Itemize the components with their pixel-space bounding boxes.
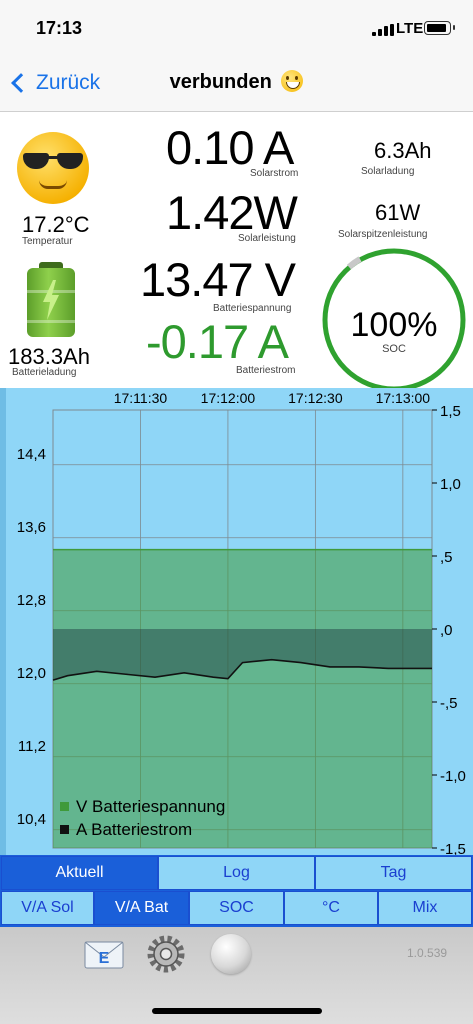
screen: 17:13 LTE Zurück verbunden 17.2°C Temper… bbox=[0, 0, 473, 1024]
tab-log[interactable]: Log bbox=[158, 856, 315, 890]
soc-ring-marker bbox=[347, 256, 362, 270]
x-tick-label: 17:12:30 bbox=[288, 390, 343, 406]
y-left-tick-label: 10,4 bbox=[17, 811, 46, 828]
page-title: verbunden bbox=[0, 70, 473, 94]
y-left-tick-label: 11,2 bbox=[18, 738, 46, 755]
chart-canvas: 17:11:30 17:12:00 17:12:30 17:13:00 14,4 13,6… bbox=[0, 388, 466, 855]
battery-current-value: -0.17 A bbox=[146, 315, 289, 368]
solar-power-label: Solarleistung bbox=[238, 233, 296, 244]
y-right-tick-label: -1,0 bbox=[440, 768, 466, 785]
solar-charge-label: Solarladung bbox=[361, 166, 415, 177]
battery-chart[interactable]: 17:11:30 17:12:00 17:12:30 17:13:00 14,4 13,6… bbox=[0, 388, 473, 855]
signal-icon bbox=[372, 24, 394, 36]
y-left-tick-label: 12,0 bbox=[17, 665, 46, 682]
y-left-tick-label: 12,8 bbox=[17, 592, 46, 609]
tab-va-sol[interactable]: V/A Sol bbox=[1, 891, 94, 925]
tab-mix[interactable]: Mix bbox=[378, 891, 472, 925]
y-left-tick-label: 14,4 bbox=[17, 446, 46, 463]
solar-current-label: Solarstrom bbox=[250, 168, 299, 179]
temperature-label: Temperatur bbox=[22, 236, 73, 247]
soc-label: SOC bbox=[382, 343, 406, 355]
solar-peak-power-value: 61W bbox=[375, 200, 421, 225]
battery-charge-label: Batterieladung bbox=[12, 367, 77, 378]
soc-gauge: 100% SOC bbox=[322, 248, 466, 392]
app-version: 1.0.539 bbox=[407, 946, 448, 960]
home-indicator bbox=[152, 1008, 322, 1014]
solar-charge-value: 6.3Ah bbox=[374, 138, 432, 163]
y-right-tick-label: 1,5 bbox=[440, 403, 461, 420]
battery-voltage-value: 13.47 V bbox=[140, 253, 296, 306]
y-right-tick-label: 1,0 bbox=[440, 476, 461, 493]
x-tick-label: 17:12:00 bbox=[201, 390, 256, 406]
tab-bar: Aktuell Log Tag V/A Sol V/A Bat SOC °C M… bbox=[0, 855, 473, 927]
solar-peak-power-label: Solarspitzenleistung bbox=[338, 229, 428, 240]
solar-power-value: 1.42W bbox=[166, 186, 298, 239]
battery-icon bbox=[424, 21, 455, 35]
status-bar: 17:13 LTE bbox=[0, 0, 473, 58]
y-right-tick-label: -,5 bbox=[440, 695, 458, 712]
battery-current-label: Batteriestrom bbox=[236, 365, 296, 376]
grinning-face-icon bbox=[281, 70, 304, 92]
legend-swatch-current bbox=[60, 825, 69, 834]
sunglasses-face-icon bbox=[17, 132, 89, 204]
x-tick-label: 17:13:00 bbox=[376, 390, 431, 406]
legend-swatch-voltage bbox=[60, 802, 69, 811]
temperature-value: 17.2°C bbox=[22, 212, 90, 237]
mail-icon[interactable]: E bbox=[84, 941, 124, 969]
battery-voltage-label: Batteriespannung bbox=[213, 303, 292, 314]
mail-letter: E bbox=[99, 950, 110, 967]
tab-va-bat[interactable]: V/A Bat bbox=[94, 891, 189, 925]
legend-label-current: A Batteriestrom bbox=[76, 820, 192, 839]
nav-bar: Zurück verbunden bbox=[0, 58, 473, 112]
tab-tag[interactable]: Tag bbox=[315, 856, 472, 890]
readings-panel: 17.2°C Temperatur 183.3Ah Batterieladung… bbox=[0, 112, 473, 392]
x-tick-label: 17:11:30 bbox=[114, 390, 168, 406]
page-title-text: verbunden bbox=[169, 71, 272, 93]
tab-soc[interactable]: SOC bbox=[189, 891, 284, 925]
tab-temperature[interactable]: °C bbox=[284, 891, 378, 925]
soc-value: 100% bbox=[351, 306, 438, 344]
gear-icon[interactable] bbox=[146, 934, 186, 974]
status-time: 17:13 bbox=[36, 18, 83, 38]
legend-label-voltage: V Batteriespannung bbox=[76, 797, 225, 816]
y-left-tick-label: 13,6 bbox=[17, 519, 46, 536]
status-ball-icon[interactable] bbox=[211, 934, 251, 974]
y-right-tick-label: ,5 bbox=[440, 549, 453, 566]
tab-aktuell[interactable]: Aktuell bbox=[1, 856, 158, 890]
y-right-tick-label: ,0 bbox=[440, 622, 453, 639]
battery-charge-icon bbox=[27, 262, 75, 337]
solar-current-value: 0.10 A bbox=[166, 121, 294, 174]
y-right-tick-label: -1,5 bbox=[440, 841, 466, 855]
network-label: LTE bbox=[396, 20, 424, 37]
